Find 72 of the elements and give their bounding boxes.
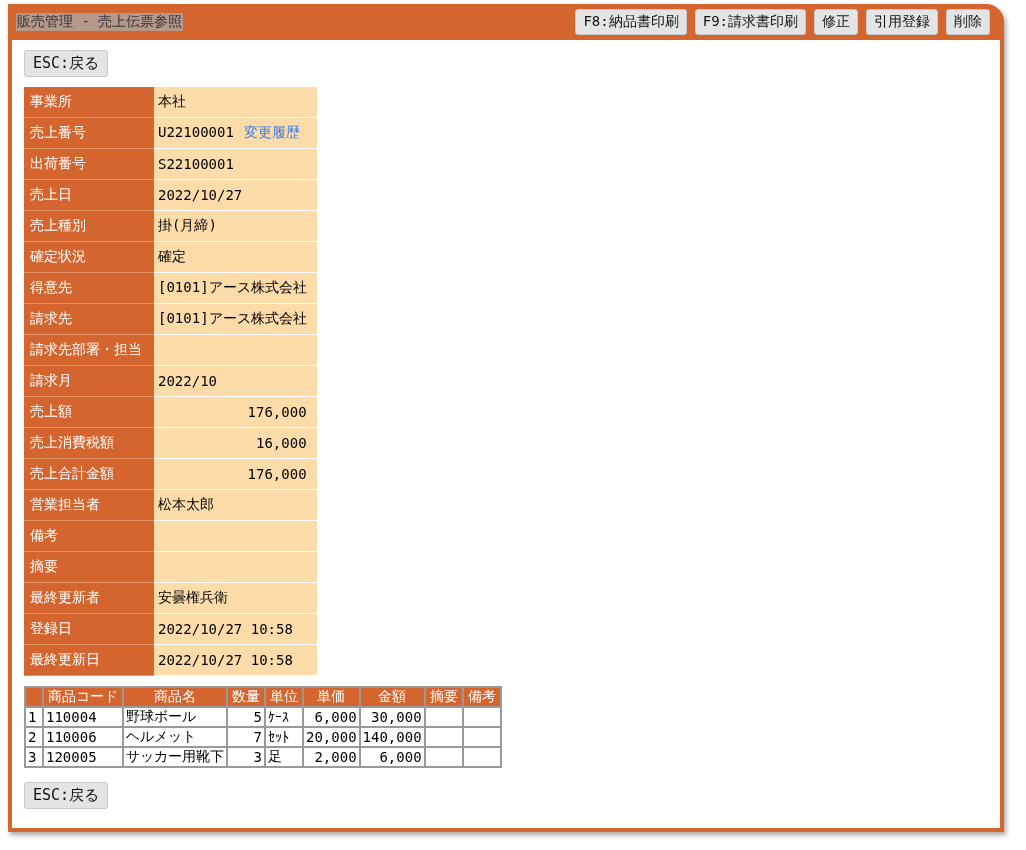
table-cell: 6,000: [379, 749, 422, 765]
field-label: 売上合計金額: [24, 458, 154, 490]
field-value: 16,000: [256, 435, 307, 451]
toolbar-button[interactable]: 削除: [946, 9, 990, 35]
field-label: 請求先部署・担当: [24, 334, 154, 366]
table-cell: サッカー用靴下: [126, 748, 224, 764]
column-header: 単価: [317, 688, 346, 704]
table-cell: 7: [253, 729, 262, 745]
field-label: 売上番号: [24, 117, 154, 149]
column-header: 商品名: [154, 688, 196, 704]
field-value: 掛(月締): [158, 217, 217, 233]
field-label: 最終更新者: [24, 582, 154, 614]
table-cell: 140,000: [362, 729, 422, 745]
back-button[interactable]: ESC:戻る: [24, 782, 109, 809]
table-cell: 110004: [46, 709, 97, 725]
table-cell: 2: [28, 729, 37, 745]
field-label: 事業所: [24, 87, 154, 118]
field-label: 摘要: [24, 551, 154, 583]
column-header: 摘要: [429, 688, 458, 704]
field-value: [0101]アース株式会社: [158, 310, 307, 326]
table-cell: 110006: [46, 729, 97, 745]
toolbar-button[interactable]: 修正: [814, 9, 858, 35]
field-label: 営業担当者: [24, 489, 154, 521]
column-header: 単位: [270, 688, 298, 704]
table-cell: 6,000: [314, 709, 357, 725]
field-value: 176,000: [247, 404, 307, 420]
field-value: S22100001: [158, 156, 234, 172]
toolbar-button[interactable]: 引用登録: [866, 9, 938, 35]
field-value: 安曇権兵衛: [158, 589, 228, 605]
table-cell: 5: [253, 709, 262, 725]
field-label: 得意先: [24, 272, 154, 304]
table-cell: ｾｯﾄ: [268, 729, 289, 745]
table-cell: 2,000: [314, 749, 357, 765]
field-value: 松本太郎: [158, 496, 214, 512]
field-value: 確定: [158, 248, 186, 264]
table-cell: 足: [268, 748, 282, 764]
field-value: 2022/10/27 10:58: [158, 652, 293, 668]
field-label: 確定状況: [24, 241, 154, 273]
field-label: 売上日: [24, 179, 154, 211]
field-label: 出荷番号: [24, 148, 154, 180]
column-header: 備考: [467, 688, 496, 704]
toolbar-button[interactable]: F8:納品書印刷: [575, 9, 687, 35]
field-value: [0101]アース株式会社: [158, 279, 307, 295]
toolbar-button[interactable]: F9:請求書印刷: [694, 9, 806, 35]
field-label: 請求月: [24, 365, 154, 397]
column-header: 商品コード: [48, 688, 118, 704]
table-cell: 120005: [46, 749, 97, 765]
table-cell: 20,000: [306, 729, 357, 745]
table-cell: 3: [253, 749, 262, 765]
table-cell: 野球ボール: [126, 708, 196, 724]
column-header: 金額: [378, 688, 407, 704]
table-cell: ヘルメット: [126, 728, 196, 744]
table-cell: 1: [28, 709, 37, 725]
field-value: 2022/10: [158, 373, 217, 389]
field-value: 2022/10/27 10:58: [158, 621, 293, 637]
field-value: 本社: [158, 93, 186, 109]
field-value: 176,000: [247, 466, 307, 482]
field-label: 登録日: [24, 613, 154, 645]
field-label: 売上額: [24, 396, 154, 428]
field-label: 最終更新日: [24, 644, 154, 676]
table-cell: 30,000: [371, 709, 422, 725]
field-label: 備考: [24, 520, 154, 552]
field-label: 売上種別: [24, 210, 154, 242]
field-label: 請求先: [24, 303, 154, 335]
column-header: 数量: [232, 688, 260, 704]
window-title: 販売管理 - 売上伝票参照: [16, 13, 184, 31]
field-value: 2022/10/27: [158, 187, 243, 203]
field-value: U22100001: [158, 124, 234, 140]
field-label: 売上消費税額: [24, 427, 154, 459]
back-button[interactable]: ESC:戻る: [24, 50, 109, 77]
table-cell: 3: [28, 749, 37, 765]
table-cell: ｹｰｽ: [268, 709, 289, 725]
